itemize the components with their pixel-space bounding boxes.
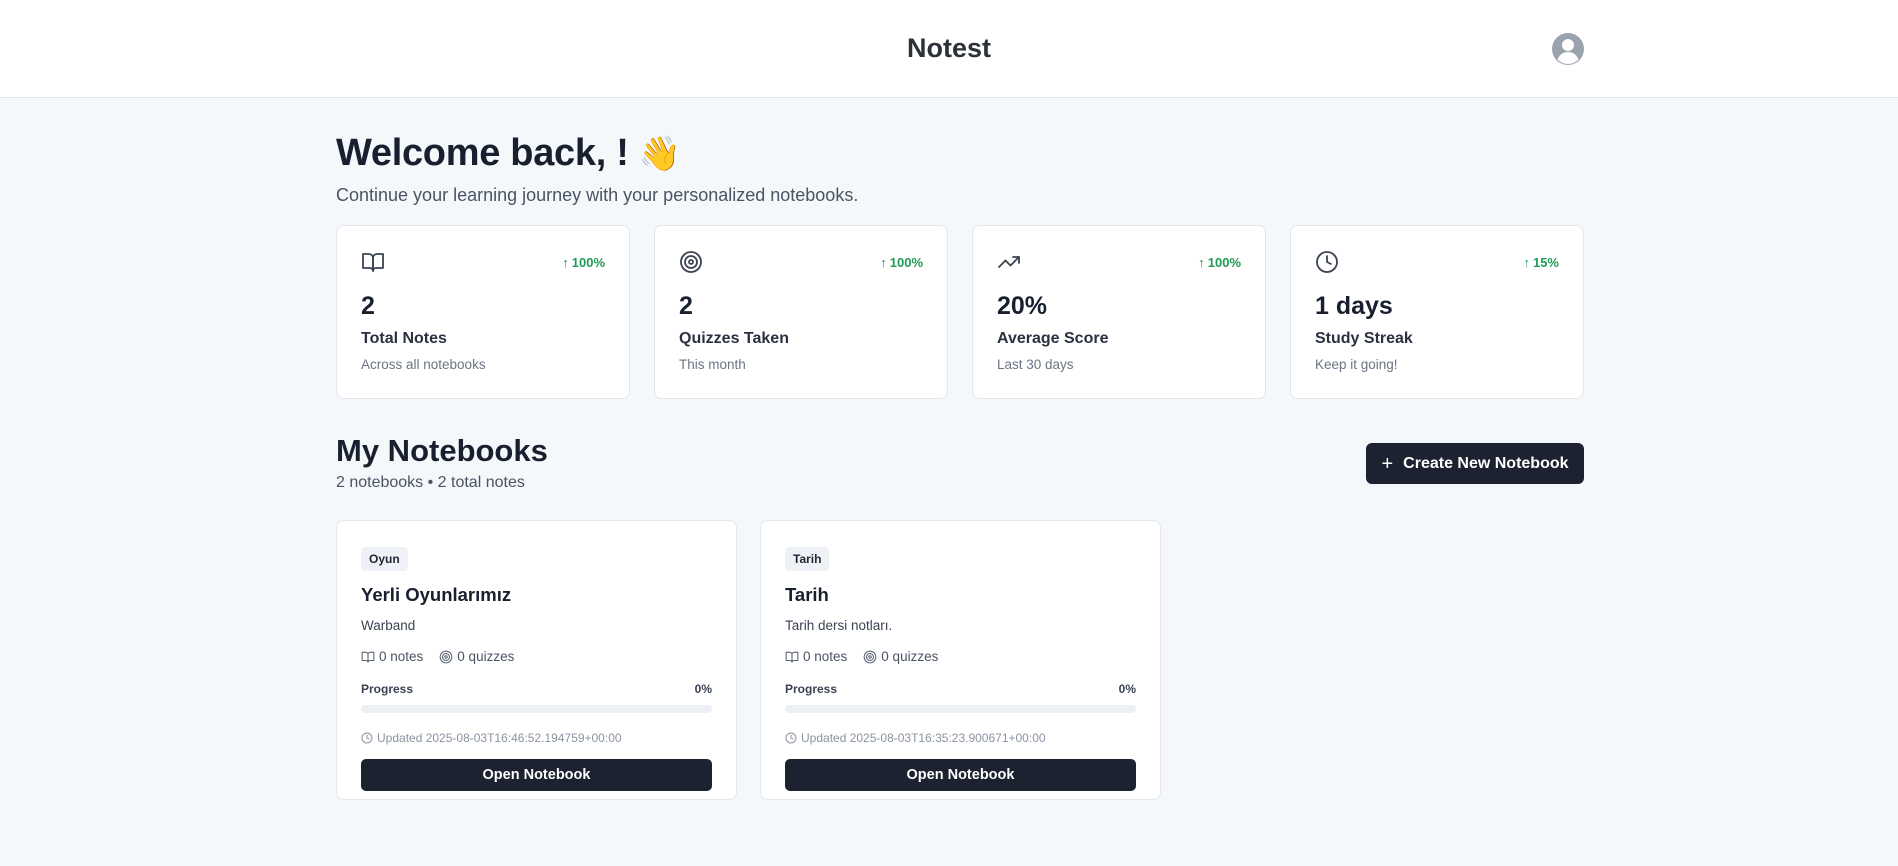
notebook-tag: Oyun	[361, 547, 408, 571]
book-open-icon	[361, 250, 385, 274]
stat-description: Across all notebooks	[361, 357, 486, 372]
clock-icon	[361, 732, 373, 744]
arrow-up-icon: ↑	[1198, 255, 1205, 270]
quizzes-count-label: 0 quizzes	[881, 649, 939, 664]
stat-value: 2	[679, 292, 693, 320]
stat-description: This month	[679, 357, 746, 372]
stat-label: Quizzes Taken	[679, 330, 789, 347]
stat-description: Keep it going!	[1315, 357, 1398, 372]
progress-label: Progress	[785, 682, 838, 696]
notes-count-label: 0 notes	[379, 649, 424, 664]
trending-up-icon	[997, 250, 1021, 274]
create-notebook-button[interactable]: + Create New Notebook	[1366, 443, 1584, 484]
welcome-subtitle: Continue your learning journey with your…	[336, 185, 859, 205]
create-notebook-label: Create New Notebook	[1403, 454, 1569, 472]
user-avatar-icon[interactable]	[1551, 32, 1585, 66]
trend-badge: ↑ 15%	[1523, 255, 1559, 270]
book-open-icon	[361, 651, 375, 663]
stat-value: 1 days	[1315, 292, 1393, 320]
notebook-card: Tarih Tarih Tarih dersi notları. 0 notes…	[760, 520, 1161, 800]
trend-badge: ↑ 100%	[880, 255, 923, 270]
quizzes-count: 0 quizzes	[439, 649, 514, 664]
stat-label: Total Notes	[361, 330, 447, 347]
trend-value: 100%	[571, 255, 605, 270]
progress-value: 0%	[1118, 682, 1136, 696]
brand-title[interactable]: Notest	[0, 33, 1898, 64]
notebook-title: Yerli Oyunlarımız	[361, 584, 512, 605]
notebook-description: Tarih dersi notları.	[785, 618, 893, 633]
trend-value: 100%	[1207, 255, 1241, 270]
updated-timestamp: Updated 2025-08-03T16:35:23.900671+00:00	[785, 731, 1046, 745]
clock-icon	[785, 732, 797, 744]
open-notebook-button[interactable]: Open Notebook	[361, 759, 712, 791]
progress-bar	[785, 705, 1136, 713]
progress-value: 0%	[694, 682, 712, 696]
waving-hand-icon: 👋	[638, 135, 681, 173]
notebook-card: Oyun Yerli Oyunlarımız Warband 0 notes 0…	[336, 520, 737, 800]
notebooks-section-title: My Notebooks	[336, 433, 548, 468]
stat-card-quizzes-taken: ↑ 100% 2 Quizzes Taken This month	[654, 225, 948, 399]
notebook-meta: 0 notes 0 quizzes	[361, 649, 530, 664]
book-open-icon	[785, 651, 799, 663]
trend-badge: ↑ 100%	[562, 255, 605, 270]
clock-icon	[1315, 250, 1339, 274]
notebook-tag: Tarih	[785, 547, 830, 571]
notebook-meta: 0 notes 0 quizzes	[785, 649, 954, 664]
stat-card-study-streak: ↑ 15% 1 days Study Streak Keep it going!	[1290, 225, 1584, 399]
target-icon	[863, 650, 877, 663]
top-bar: Notest	[0, 0, 1898, 98]
updated-timestamp: Updated 2025-08-03T16:46:52.194759+00:00	[361, 731, 622, 745]
stat-value: 20%	[997, 292, 1048, 320]
progress-bar	[361, 705, 712, 713]
updated-text: Updated 2025-08-03T16:46:52.194759+00:00	[377, 731, 622, 745]
open-notebook-button[interactable]: Open Notebook	[785, 759, 1136, 791]
notebook-title: Tarih	[785, 584, 829, 605]
trend-value: 15%	[1532, 255, 1559, 270]
target-icon	[439, 650, 453, 663]
stat-value: 2	[361, 292, 375, 320]
trend-badge: ↑ 100%	[1198, 255, 1241, 270]
notebooks-section-subtitle: 2 notebooks • 2 total notes	[336, 474, 525, 491]
quizzes-count: 0 quizzes	[863, 649, 938, 664]
plus-icon: +	[1381, 452, 1394, 475]
notes-count-label: 0 notes	[803, 649, 848, 664]
stat-card-total-notes: ↑ 100% 2 Total Notes Across all notebooks	[336, 225, 630, 399]
stat-label: Average Score	[997, 330, 1109, 347]
arrow-up-icon: ↑	[562, 255, 569, 270]
stat-description: Last 30 days	[997, 357, 1074, 372]
stat-label: Study Streak	[1315, 330, 1413, 347]
progress-label: Progress	[361, 682, 414, 696]
welcome-heading: Welcome back, ! 👋	[336, 132, 681, 175]
arrow-up-icon: ↑	[1523, 255, 1530, 270]
welcome-title: Welcome back, !	[336, 132, 629, 174]
notes-count: 0 notes	[785, 649, 847, 664]
stat-card-average-score: ↑ 100% 20% Average Score Last 30 days	[972, 225, 1266, 399]
quizzes-count-label: 0 quizzes	[457, 649, 515, 664]
notebook-description: Warband	[361, 618, 416, 633]
trend-value: 100%	[889, 255, 923, 270]
target-icon	[679, 250, 703, 274]
updated-text: Updated 2025-08-03T16:35:23.900671+00:00	[801, 731, 1046, 745]
arrow-up-icon: ↑	[880, 255, 887, 270]
notes-count: 0 notes	[361, 649, 423, 664]
